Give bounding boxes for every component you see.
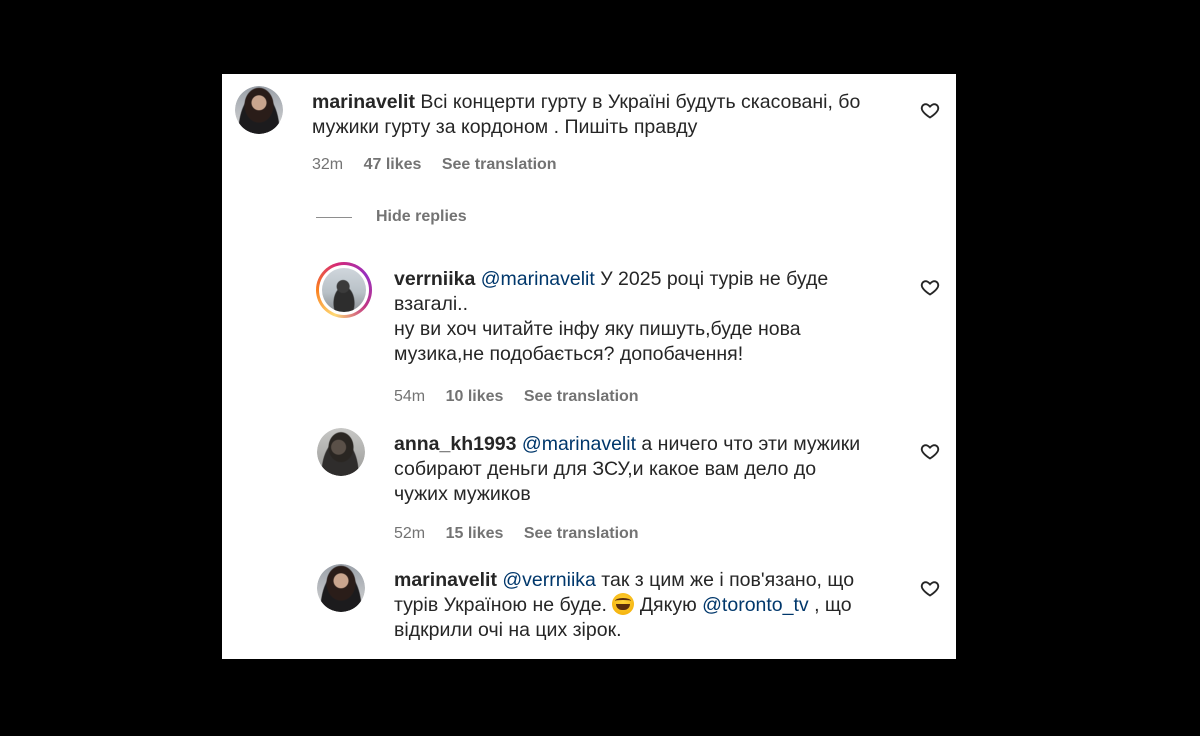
- profile-photo-icon: [322, 268, 366, 312]
- like-heart-icon[interactable]: [920, 100, 940, 120]
- reply-text: verrniika @marinavelit У 2025 році турів…: [394, 267, 894, 367]
- reply-likes[interactable]: 15 likes: [446, 525, 504, 542]
- comment-body-line1: Всі концерти гурту в Україні будуть скас…: [420, 91, 861, 113]
- reply-mention-2[interactable]: @toronto_tv: [702, 594, 809, 616]
- reply-body-line3: відкрили очі на цих зірок.: [394, 619, 622, 641]
- profile-photo-icon: [235, 86, 283, 134]
- avatar-marinavelit[interactable]: [317, 564, 365, 612]
- reply-time[interactable]: 54m: [394, 388, 425, 405]
- reply-body-line1: У 2025 році турів не буде: [600, 268, 829, 290]
- avatar-verrniika[interactable]: [316, 262, 372, 318]
- reply-body-line2a: турів Україною не буде.: [394, 594, 607, 616]
- avatar-anna-kh1993[interactable]: [317, 428, 365, 476]
- profile-photo-icon: [317, 428, 365, 476]
- see-translation-button[interactable]: See translation: [524, 388, 639, 405]
- reply-username[interactable]: anna_kh1993: [394, 433, 517, 455]
- reply-mention[interactable]: @verrniika: [502, 569, 595, 591]
- divider-line: [316, 216, 352, 218]
- like-heart-icon[interactable]: [920, 277, 940, 297]
- reply-body-line1: а ничего что эти мужики: [641, 433, 861, 455]
- comment-body-line2: мужики гурту за кордоном . Пишіть правду: [312, 116, 698, 138]
- reply-mention[interactable]: @marinavelit: [481, 268, 595, 290]
- reply-text: marinavelit @verrniika так з цим же і по…: [394, 568, 904, 643]
- reply-text: anna_kh1993 @marinavelit а ничего что эт…: [394, 432, 904, 507]
- comment-time[interactable]: 32m: [312, 156, 343, 173]
- comment-text: marinavelit Всі концерти гурту в Україні…: [312, 90, 912, 140]
- reply-likes[interactable]: 10 likes: [446, 388, 504, 405]
- comment-likes[interactable]: 47 likes: [364, 156, 422, 173]
- avatar-marinavelit[interactable]: [235, 86, 283, 134]
- reply-body-line2: взагалі..: [394, 293, 469, 315]
- hide-replies-label: Hide replies: [376, 208, 467, 225]
- reply-mention[interactable]: @marinavelit: [522, 433, 636, 455]
- reply-body-line2b: Дякую: [639, 594, 697, 616]
- like-heart-icon[interactable]: [920, 441, 940, 461]
- reply-body-line2: собирают деньги для ЗСУ,и какое вам дело…: [394, 458, 817, 480]
- reply-body-line3: ну ви хоч читайте інфу яку пишуть,буде н…: [394, 318, 801, 340]
- reply-username[interactable]: verrniika: [394, 268, 475, 290]
- reply-time[interactable]: 52m: [394, 525, 425, 542]
- reply-body-line3: чужих мужиков: [394, 483, 531, 505]
- reply-username[interactable]: marinavelit: [394, 569, 497, 591]
- hide-replies-button[interactable]: Hide replies: [316, 208, 467, 226]
- like-heart-icon[interactable]: [920, 578, 940, 598]
- see-translation-button[interactable]: See translation: [442, 156, 557, 173]
- profile-photo-icon: [317, 564, 365, 612]
- reply-body-line1: так з цим же і пов'язано, що: [601, 569, 855, 591]
- reply-meta: 54m 10 likes See translation: [394, 388, 655, 406]
- comment-meta: 32m 47 likes See translation: [312, 156, 573, 174]
- comment-username[interactable]: marinavelit: [312, 91, 415, 113]
- comments-panel: marinavelit Всі концерти гурту в Україні…: [222, 74, 956, 659]
- reply-body-line2c: , що: [814, 594, 852, 616]
- see-translation-button[interactable]: See translation: [524, 525, 639, 542]
- reply-meta: 52m 15 likes See translation: [394, 525, 655, 543]
- reply-body-line4: музика,не подобається? допобачення!: [394, 343, 744, 365]
- laughing-crying-emoji-icon: [612, 593, 635, 615]
